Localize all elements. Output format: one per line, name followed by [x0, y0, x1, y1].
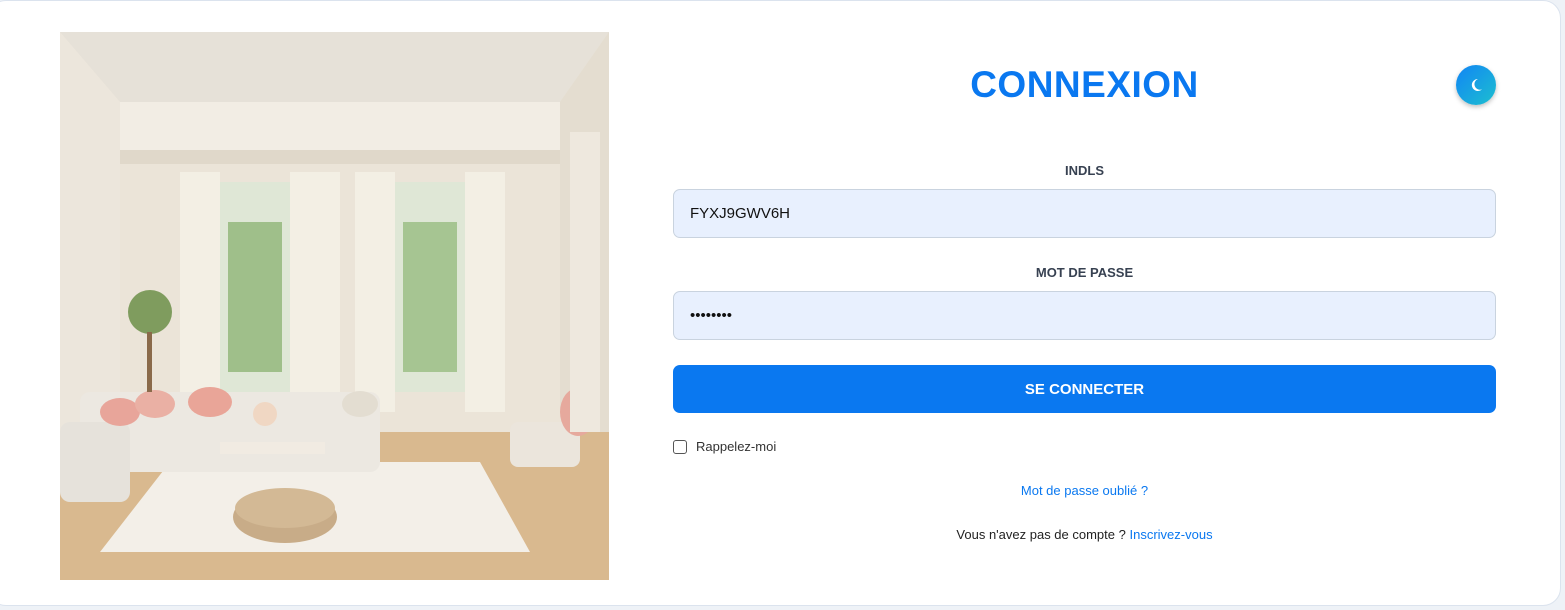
password-label: MOT DE PASSE — [1035, 265, 1134, 280]
moon-icon — [1471, 78, 1482, 91]
theme-toggle-button[interactable] — [1456, 65, 1496, 105]
living-room-image — [60, 32, 609, 580]
forgot-password-link[interactable]: Mot de passe oublié ? — [673, 483, 1496, 498]
signup-row: Vous n'avez pas de compte ? Inscrivez-vo… — [673, 527, 1496, 542]
signup-prompt: Vous n'avez pas de compte ? — [956, 527, 1126, 542]
remember-me[interactable]: Rappelez-moi — [673, 439, 776, 454]
page-title: CONNEXION — [970, 64, 1199, 105]
login-button[interactable]: SE CONNECTER — [673, 365, 1496, 413]
id-input[interactable] — [673, 189, 1496, 238]
remember-checkbox[interactable] — [673, 439, 687, 454]
password-input[interactable] — [673, 291, 1496, 340]
remember-label: Rappelez-moi — [696, 439, 777, 454]
signup-link[interactable]: Inscrivez-vous — [1129, 527, 1212, 542]
id-label: INDLS — [1065, 163, 1104, 178]
